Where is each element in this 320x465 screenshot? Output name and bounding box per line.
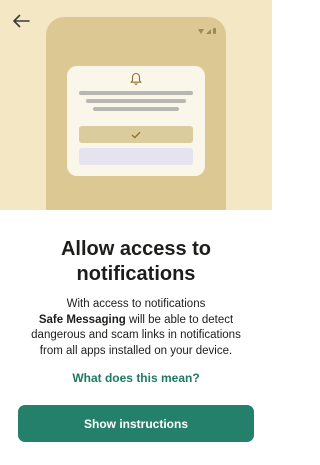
permission-dialog-illustration [67,66,205,176]
status-bar-icons [198,28,216,34]
allow-block [79,126,193,143]
check-icon [131,131,141,139]
back-button[interactable] [8,8,34,34]
text-line [79,91,193,95]
page-title: Allow access to notifications [60,238,212,285]
description-text: With access to notifications [66,298,206,310]
deny-block [79,148,193,165]
text-line [93,107,179,111]
what-does-this-mean-link[interactable]: What does this mean? [0,371,272,385]
illustration-area [0,0,272,210]
description: With access to notifications Safe Messag… [0,297,272,359]
bell-icon [130,72,142,85]
text-line [86,99,186,103]
show-instructions-button[interactable]: Show instructions [18,405,254,442]
arrow-left-icon [13,14,30,28]
app-name: Safe Messaging [38,313,126,326]
